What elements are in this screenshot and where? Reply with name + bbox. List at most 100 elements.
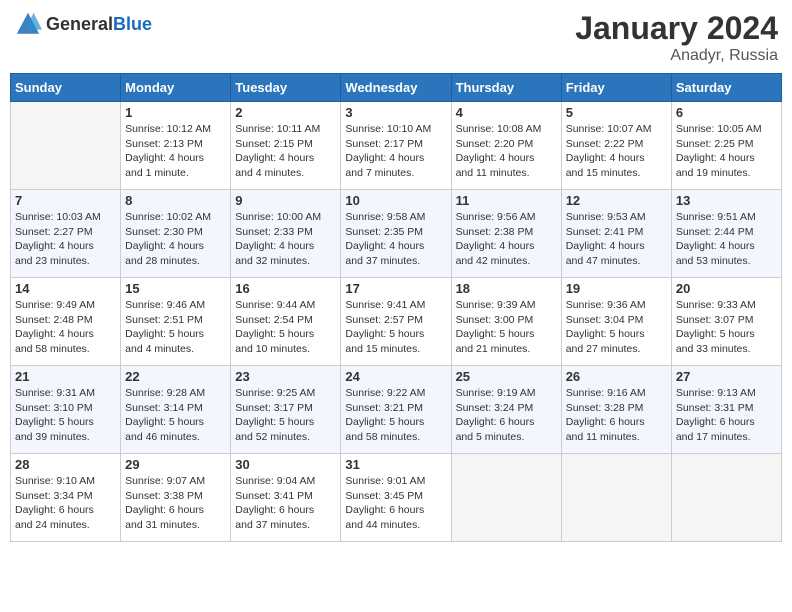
weekday-header-tuesday: Tuesday: [231, 74, 341, 102]
week-row-3: 14Sunrise: 9:49 AMSunset: 2:48 PMDayligh…: [11, 278, 782, 366]
calendar-cell: 13 Sunrise: 9:51 AMSunset: 2:44 PMDayligh…: [671, 190, 781, 278]
calendar-header: SundayMondayTuesdayWednesdayThursdayFrid…: [11, 74, 782, 102]
logo: GeneralBlue: [14, 10, 152, 38]
calendar-cell: 18Sunrise: 9:39 AMSunset: 3:00 PMDayligh…: [451, 278, 561, 366]
weekday-header-sunday: Sunday: [11, 74, 121, 102]
calendar-cell: [671, 454, 781, 542]
week-row-1: 1 Sunrise: 10:12 AMSunset: 2:13 PMDayligh…: [11, 102, 782, 190]
day-info: Sunrise: 9:53 AMSunset: 2:41 PMDaylight:…: [566, 210, 667, 269]
logo-icon: [14, 10, 42, 38]
day-info: Sunrise: 10:11 AMSunset: 2:15 PMDaylight…: [235, 122, 336, 181]
day-number: 14: [15, 281, 116, 296]
day-info: Sunrise: 10:03 AMSunset: 2:27 PMDaylight…: [15, 210, 116, 269]
day-number: 5: [566, 105, 667, 120]
calendar-cell: 4Sunrise: 10:08 AMSunset: 2:20 PMDayligh…: [451, 102, 561, 190]
calendar-cell: 3Sunrise: 10:10 AMSunset: 2:17 PMDayligh…: [341, 102, 451, 190]
calendar-cell: 25Sunrise: 9:19 AMSunset: 3:24 PMDayligh…: [451, 366, 561, 454]
day-info: Sunrise: 9:04 AMSunset: 3:41 PMDaylight:…: [235, 474, 336, 533]
calendar-cell: 8 Sunrise: 10:02 AMSunset: 2:30 PMDayligh…: [121, 190, 231, 278]
day-info: Sunrise: 10:10 AMSunset: 2:17 PMDaylight…: [345, 122, 446, 181]
day-info: Sunrise: 9:01 AMSunset: 3:45 PMDaylight:…: [345, 474, 446, 533]
day-number: 7: [15, 193, 116, 208]
day-info: Sunrise: 10:00 AMSunset: 2:33 PMDaylight…: [235, 210, 336, 269]
logo-text: GeneralBlue: [46, 14, 152, 35]
day-number: 27: [676, 369, 777, 384]
logo-blue: Blue: [113, 14, 152, 34]
calendar-cell: 15Sunrise: 9:46 AMSunset: 2:51 PMDayligh…: [121, 278, 231, 366]
day-info: Sunrise: 9:51 AMSunset: 2:44 PMDaylight:…: [676, 210, 777, 269]
calendar-cell: 29 Sunrise: 9:07 AMSunset: 3:38 PMDayligh…: [121, 454, 231, 542]
page-header: GeneralBlue January 2024 Anadyr, Russia: [10, 10, 782, 65]
day-info: Sunrise: 9:28 AMSunset: 3:14 PMDaylight:…: [125, 386, 226, 445]
day-number: 20: [676, 281, 777, 296]
weekday-header-wednesday: Wednesday: [341, 74, 451, 102]
calendar-cell: 24 Sunrise: 9:22 AMSunset: 3:21 PMDayligh…: [341, 366, 451, 454]
logo-general: General: [46, 14, 113, 34]
day-number: 19: [566, 281, 667, 296]
day-number: 17: [345, 281, 446, 296]
calendar-cell: 10 Sunrise: 9:58 AMSunset: 2:35 PMDayligh…: [341, 190, 451, 278]
day-info: Sunrise: 10:05 AMSunset: 2:25 PMDaylight…: [676, 122, 777, 181]
day-number: 10: [345, 193, 446, 208]
location-title: Anadyr, Russia: [575, 47, 778, 65]
day-info: Sunrise: 9:31 AMSunset: 3:10 PMDaylight:…: [15, 386, 116, 445]
calendar-cell: [561, 454, 671, 542]
day-number: 26: [566, 369, 667, 384]
day-info: Sunrise: 9:33 AMSunset: 3:07 PMDaylight:…: [676, 298, 777, 357]
day-number: 13: [676, 193, 777, 208]
day-number: 9: [235, 193, 336, 208]
calendar-cell: 19 Sunrise: 9:36 AMSunset: 3:04 PMDayligh…: [561, 278, 671, 366]
day-number: 31: [345, 457, 446, 472]
day-info: Sunrise: 10:12 AMSunset: 2:13 PMDaylight…: [125, 122, 226, 181]
calendar-cell: 26 Sunrise: 9:16 AMSunset: 3:28 PMDayligh…: [561, 366, 671, 454]
calendar-cell: [11, 102, 121, 190]
calendar-cell: 17Sunrise: 9:41 AMSunset: 2:57 PMDayligh…: [341, 278, 451, 366]
calendar-cell: 5 Sunrise: 10:07 AMSunset: 2:22 PMDayligh…: [561, 102, 671, 190]
day-number: 30: [235, 457, 336, 472]
day-number: 2: [235, 105, 336, 120]
day-info: Sunrise: 9:36 AMSunset: 3:04 PMDaylight:…: [566, 298, 667, 357]
calendar-cell: 9 Sunrise: 10:00 AMSunset: 2:33 PMDayligh…: [231, 190, 341, 278]
title-block: January 2024 Anadyr, Russia: [575, 10, 778, 65]
calendar-cell: 16Sunrise: 9:44 AMSunset: 2:54 PMDayligh…: [231, 278, 341, 366]
week-row-2: 7 Sunrise: 10:03 AMSunset: 2:27 PMDayligh…: [11, 190, 782, 278]
day-info: Sunrise: 9:39 AMSunset: 3:00 PMDaylight:…: [456, 298, 557, 357]
calendar-cell: 28Sunrise: 9:10 AMSunset: 3:34 PMDayligh…: [11, 454, 121, 542]
day-info: Sunrise: 9:25 AMSunset: 3:17 PMDaylight:…: [235, 386, 336, 445]
calendar-cell: 12Sunrise: 9:53 AMSunset: 2:41 PMDayligh…: [561, 190, 671, 278]
calendar-cell: 7 Sunrise: 10:03 AMSunset: 2:27 PMDayligh…: [11, 190, 121, 278]
calendar-table: SundayMondayTuesdayWednesdayThursdayFrid…: [10, 73, 782, 542]
weekday-row: SundayMondayTuesdayWednesdayThursdayFrid…: [11, 74, 782, 102]
calendar-cell: 6Sunrise: 10:05 AMSunset: 2:25 PMDayligh…: [671, 102, 781, 190]
day-number: 8: [125, 193, 226, 208]
calendar-cell: 1 Sunrise: 10:12 AMSunset: 2:13 PMDayligh…: [121, 102, 231, 190]
weekday-header-friday: Friday: [561, 74, 671, 102]
week-row-4: 21 Sunrise: 9:31 AMSunset: 3:10 PMDayligh…: [11, 366, 782, 454]
day-info: Sunrise: 9:46 AMSunset: 2:51 PMDaylight:…: [125, 298, 226, 357]
day-info: Sunrise: 10:02 AMSunset: 2:30 PMDaylight…: [125, 210, 226, 269]
day-info: Sunrise: 9:56 AMSunset: 2:38 PMDaylight:…: [456, 210, 557, 269]
calendar-cell: 22Sunrise: 9:28 AMSunset: 3:14 PMDayligh…: [121, 366, 231, 454]
calendar-cell: 23 Sunrise: 9:25 AMSunset: 3:17 PMDayligh…: [231, 366, 341, 454]
calendar-cell: [451, 454, 561, 542]
calendar-cell: 11Sunrise: 9:56 AMSunset: 2:38 PMDayligh…: [451, 190, 561, 278]
day-info: Sunrise: 9:10 AMSunset: 3:34 PMDaylight:…: [15, 474, 116, 533]
day-info: Sunrise: 10:07 AMSunset: 2:22 PMDaylight…: [566, 122, 667, 181]
weekday-header-saturday: Saturday: [671, 74, 781, 102]
day-info: Sunrise: 9:58 AMSunset: 2:35 PMDaylight:…: [345, 210, 446, 269]
day-info: Sunrise: 9:22 AMSunset: 3:21 PMDaylight:…: [345, 386, 446, 445]
day-info: Sunrise: 9:16 AMSunset: 3:28 PMDaylight:…: [566, 386, 667, 445]
calendar-cell: 21 Sunrise: 9:31 AMSunset: 3:10 PMDayligh…: [11, 366, 121, 454]
day-info: Sunrise: 9:44 AMSunset: 2:54 PMDaylight:…: [235, 298, 336, 357]
day-number: 23: [235, 369, 336, 384]
day-number: 24: [345, 369, 446, 384]
day-number: 29: [125, 457, 226, 472]
day-number: 21: [15, 369, 116, 384]
day-info: Sunrise: 10:08 AMSunset: 2:20 PMDaylight…: [456, 122, 557, 181]
calendar-body: 1 Sunrise: 10:12 AMSunset: 2:13 PMDayligh…: [11, 102, 782, 542]
day-number: 1: [125, 105, 226, 120]
week-row-5: 28Sunrise: 9:10 AMSunset: 3:34 PMDayligh…: [11, 454, 782, 542]
day-info: Sunrise: 9:07 AMSunset: 3:38 PMDaylight:…: [125, 474, 226, 533]
calendar-cell: 27 Sunrise: 9:13 AMSunset: 3:31 PMDayligh…: [671, 366, 781, 454]
day-info: Sunrise: 9:13 AMSunset: 3:31 PMDaylight:…: [676, 386, 777, 445]
